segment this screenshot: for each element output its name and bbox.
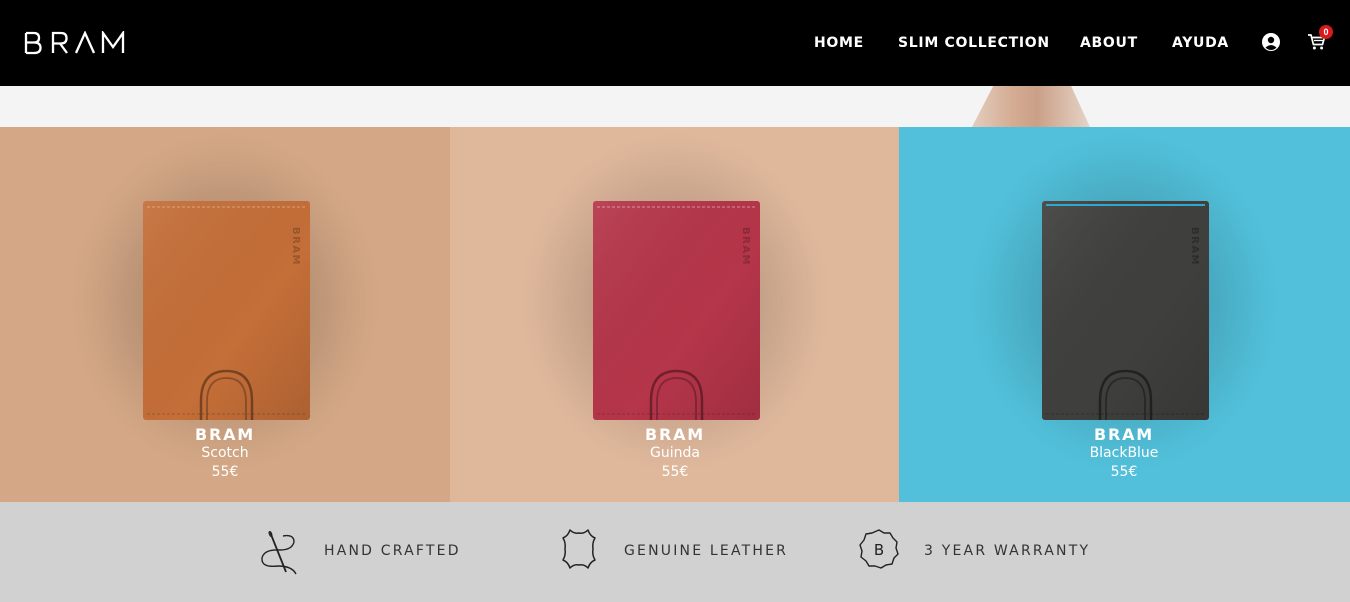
product-card-scotch[interactable]: BRAM BRAM Scotch 55€: [0, 127, 450, 502]
nav-slim-collection[interactable]: SLIM COLLECTION: [898, 35, 1050, 51]
needle-thread-icon: [261, 531, 297, 575]
product-model: BlackBlue: [1089, 445, 1159, 461]
product-card-guinda[interactable]: BRAM BRAM Guinda 55€: [450, 127, 899, 502]
product-brand: BRAM: [644, 425, 706, 444]
user-circle-icon[interactable]: [1262, 33, 1280, 51]
product-brand: BRAM: [194, 425, 256, 444]
product-brand: BRAM: [1093, 425, 1155, 444]
svg-text:BRAM: BRAM: [1189, 227, 1200, 266]
nav-ayuda[interactable]: AYUDA: [1172, 35, 1229, 51]
cart-count-badge: 0: [1319, 25, 1333, 39]
product-model: Scotch: [201, 445, 249, 461]
leather-hide-icon: [562, 529, 596, 569]
svg-text:BRAM: BRAM: [290, 227, 301, 266]
wallet-icon: BRAM: [143, 201, 310, 420]
site-header: HOME SLIM COLLECTION ABOUT AYUDA 0: [0, 0, 1350, 86]
product-price: 55€: [1110, 464, 1138, 480]
svg-text:BRAM: BRAM: [740, 227, 751, 266]
svg-text:B: B: [874, 541, 884, 559]
product-card-blackblue[interactable]: BRAM BRAM BlackBlue 55€: [899, 127, 1350, 502]
wallet-icon: BRAM: [593, 201, 760, 420]
hero-strip: [0, 86, 1350, 127]
feature-genuine-leather: GENUINE LEATHER: [624, 543, 789, 559]
wallet-image: BRAM: [593, 201, 760, 420]
wallet-image: BRAM: [143, 201, 310, 420]
brand-logo[interactable]: [24, 31, 126, 55]
product-price: 55€: [661, 464, 689, 480]
feature-band: HAND CRAFTED GENUINE LEATHER B 3 YEAR WA…: [0, 502, 1350, 602]
wallet-image: BRAM: [1042, 201, 1209, 420]
warranty-badge-icon: B: [859, 529, 899, 569]
product-price: 55€: [211, 464, 239, 480]
product-model: Guinda: [650, 445, 700, 461]
feature-hand-crafted: HAND CRAFTED: [324, 543, 461, 559]
hero-image-fragment: [972, 86, 1090, 127]
wallet-icon: BRAM: [1042, 201, 1209, 420]
nav-home[interactable]: HOME: [814, 35, 864, 51]
product-grid: BRAM BRAM Scotch 55€ BRAM BRAM Guinda 55…: [0, 127, 1350, 502]
feature-3-year-warranty: 3 YEAR WARRANTY: [924, 543, 1091, 559]
nav-about[interactable]: ABOUT: [1080, 35, 1138, 51]
